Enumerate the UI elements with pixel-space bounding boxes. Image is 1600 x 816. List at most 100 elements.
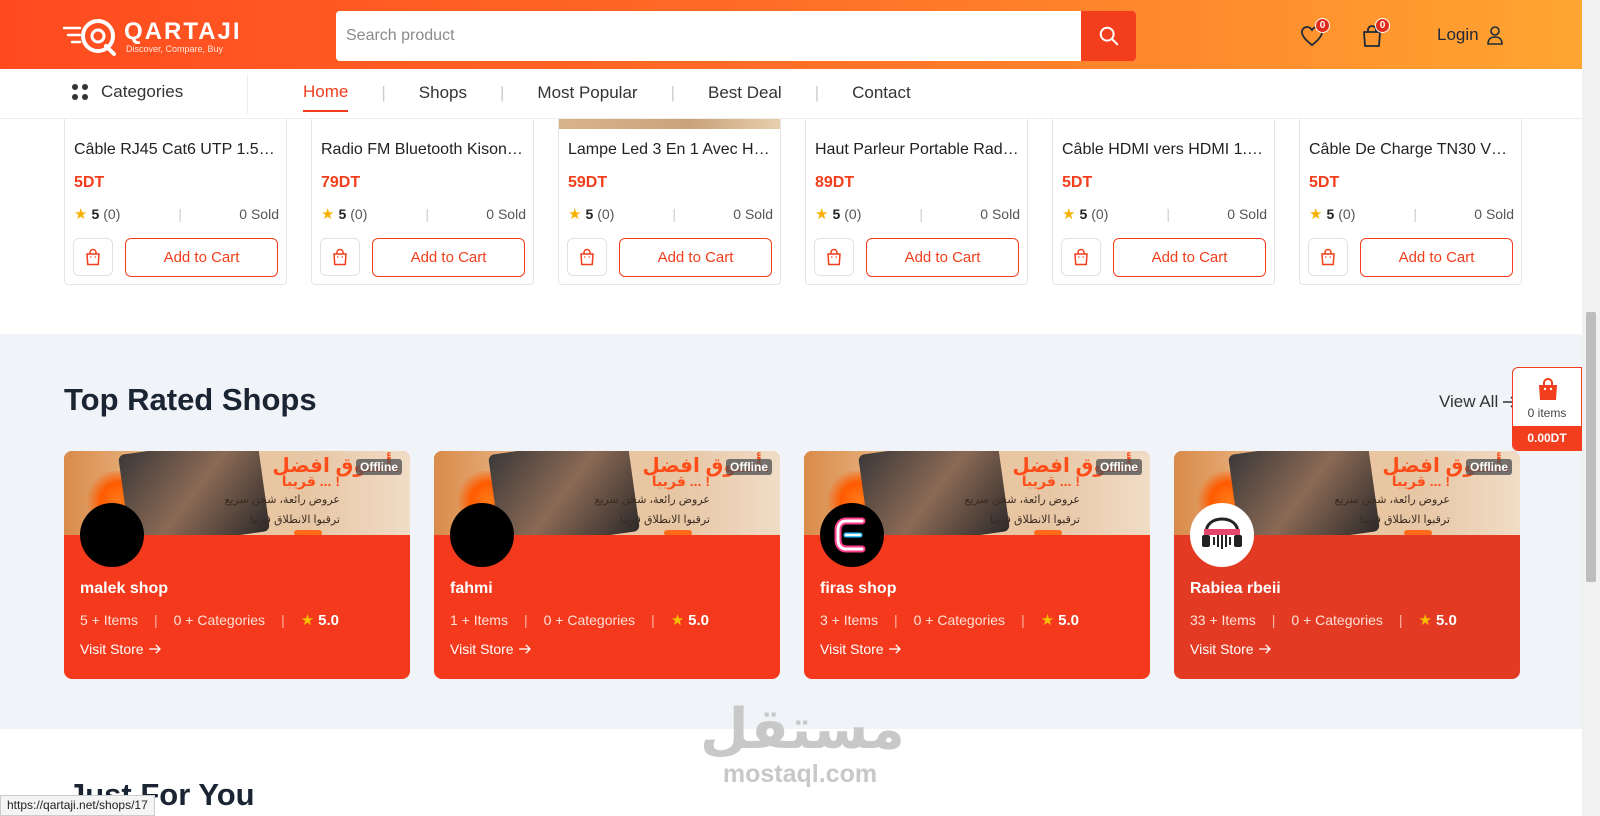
add-to-cart-button[interactable]: Add to Cart [619, 238, 772, 277]
watermark: مستقل mostaql.com [700, 700, 905, 789]
cart-items-count: 0 items [1527, 406, 1567, 420]
visit-store-link[interactable]: Visit Store [450, 641, 532, 657]
nav-link-home[interactable]: Home [303, 82, 349, 112]
banner-text: عروض رائعة، شحن سريع [1334, 494, 1451, 506]
nav-separator: | [499, 83, 505, 102]
status-badge: Offline [356, 459, 402, 475]
arrow-right-icon [518, 644, 531, 654]
shop-card[interactable]: أسوق افضل، قريبا ... ! عروض رائعة، شحن س… [804, 451, 1150, 679]
shopping-bag-icon [333, 248, 347, 266]
categories-menu-button[interactable]: Categories [70, 82, 183, 102]
star-icon: ★ [568, 206, 582, 223]
star-icon: ★ [815, 206, 829, 223]
login-button[interactable]: Login [1437, 25, 1503, 45]
shop-rating: ★ 5.0 [1040, 611, 1079, 630]
shop-items-count: 3 + Items [820, 612, 878, 628]
add-to-cart-button[interactable]: Add to Cart [125, 238, 278, 277]
add-to-cart-button[interactable]: Add to Cart [372, 238, 525, 277]
search-input[interactable] [336, 11, 1081, 61]
nav-link-contact[interactable]: Contact [852, 83, 911, 111]
add-to-cart-button[interactable]: Add to Cart [866, 238, 1019, 277]
section-title: Top Rated Shops [64, 382, 317, 417]
add-to-cart-button[interactable]: Add to Cart [1113, 238, 1266, 277]
rating-separator: | [1413, 206, 1418, 222]
product-card[interactable]: Câble RJ45 Cat6 UTP 1.5M Gris 5DT ★5(0) … [64, 119, 287, 285]
shop-categories-count: 0 + Categories [1291, 612, 1383, 628]
product-card[interactable]: Câble HDMI vers HDMI 1.5 M 5DT ★ 5 (0) | 0… [1052, 119, 1275, 285]
product-card[interactable]: Lampe Led 3 En 1 Avec Haut Parleur 59DT … [558, 119, 781, 285]
nav-link-most-popular[interactable]: Most Popular [537, 83, 637, 111]
product-title[interactable]: Lampe Led 3 En 1 Avec Haut Parleur [568, 141, 773, 159]
scrollbar-thumb[interactable] [1586, 312, 1596, 582]
wishlist-button[interactable]: 0 [1298, 18, 1330, 50]
shopping-bag-icon [1074, 248, 1088, 266]
sold-count: 0 Sold [980, 206, 1020, 222]
logo-icon [62, 14, 122, 58]
visit-store-link[interactable]: Visit Store [80, 641, 162, 657]
review-count: (0) [350, 206, 368, 222]
quick-buy-button[interactable] [320, 238, 360, 276]
shop-name[interactable]: fahmi [450, 580, 493, 598]
product-title[interactable]: Câble HDMI vers HDMI 1.5 M [1062, 141, 1267, 159]
shop-name[interactable]: Rabiea rbeii [1190, 580, 1281, 598]
shop-rating-value: 5.0 [1435, 611, 1457, 629]
shopping-bag-icon [580, 248, 594, 266]
floating-cart[interactable]: 0 items 0.00DT [1512, 367, 1582, 451]
status-badge: Offline [1096, 459, 1142, 475]
banner-text: ترقبوا الانطلاق قريبا [249, 514, 340, 526]
shop-card[interactable]: أسوق افضل، قريبا ... ! عروض رائعة، شحن س… [434, 451, 780, 679]
product-title[interactable]: Câble De Charge TN30 V8 Micro USB [1309, 141, 1514, 159]
product-grid: Câble RJ45 Cat6 UTP 1.5M Gris 5DT ★5(0) … [64, 119, 1522, 286]
visit-store-link[interactable]: Visit Store [820, 641, 902, 657]
quick-buy-button[interactable] [1061, 238, 1101, 276]
product-rating: ★ 5 (0) | 0 Sold [321, 205, 526, 223]
shop-name[interactable]: malek shop [80, 580, 168, 598]
star-icon: ★ [1040, 612, 1055, 629]
quick-buy-button[interactable] [1308, 238, 1348, 276]
add-to-cart-button[interactable]: Add to Cart [1360, 238, 1513, 277]
star-icon: ★ [74, 206, 88, 223]
nav-separator: | [814, 83, 820, 102]
quick-buy-button[interactable] [567, 238, 607, 276]
shop-name[interactable]: firas shop [820, 580, 896, 598]
rating-separator: | [672, 206, 677, 222]
product-card[interactable]: Câble De Charge TN30 V8 Micro USB 5DT ★5… [1299, 119, 1522, 285]
star-icon: ★ [1062, 206, 1076, 223]
shop-rating-value: 5.0 [318, 611, 340, 629]
shop-rating-value: 5.0 [688, 611, 710, 629]
product-card[interactable]: Haut Parleur Portable Radio FM 89DT ★ 5 (0… [805, 119, 1028, 285]
product-card[interactable]: Radio FM Bluetooth Kisonli Q1 79DT ★ 5 (0)… [311, 119, 534, 285]
cart-button[interactable]: 0 [1358, 18, 1390, 50]
banner-text: قريبا ... ! [1391, 473, 1450, 489]
login-label: Login [1437, 25, 1479, 44]
status-badge: Offline [1466, 459, 1512, 475]
nav-link-shops[interactable]: Shops [419, 83, 467, 111]
product-rating: ★ 5 (0) | 0 Sold [568, 205, 773, 223]
visit-store-link[interactable]: Visit Store [1190, 641, 1272, 657]
shop-items-count: 33 + Items [1190, 612, 1256, 628]
shop-avatar [80, 503, 144, 567]
quick-buy-button[interactable] [814, 238, 854, 276]
quick-buy-button[interactable] [73, 238, 113, 276]
product-rating: ★ 5 (0) | 0 Sold [815, 205, 1020, 223]
scrollbar[interactable] [1582, 0, 1600, 816]
shop-card[interactable]: أسوق افضل، قريبا ... ! عروض رائعة، شحن س… [1174, 451, 1520, 679]
product-title[interactable]: Câble RJ45 Cat6 UTP 1.5M Gris [74, 141, 279, 159]
product-price: 5DT [1309, 174, 1340, 191]
arrow-right-icon [1258, 644, 1271, 654]
headphones-logo-icon [1202, 517, 1242, 549]
search-icon [1099, 26, 1118, 46]
shop-avatar [450, 503, 514, 567]
product-title[interactable]: Radio FM Bluetooth Kisonli Q1 [321, 141, 526, 159]
view-all-link[interactable]: View All [1439, 392, 1518, 412]
watermark-latin: mostaql.com [722, 760, 878, 788]
search-button[interactable] [1081, 11, 1136, 61]
product-image[interactable] [559, 119, 780, 129]
nav-link-best-deal[interactable]: Best Deal [708, 83, 782, 111]
rating-value: 5 [91, 206, 100, 222]
shop-card[interactable]: أسوق افضل، قريبا ... ! عروض رائعة، شحن س… [64, 451, 410, 679]
star-icon: ★ [321, 206, 335, 223]
product-title[interactable]: Haut Parleur Portable Radio FM [815, 141, 1020, 159]
logo[interactable]: QARTAJI Discover, Compare, Buy [62, 14, 242, 58]
product-price: 59DT [568, 174, 608, 191]
